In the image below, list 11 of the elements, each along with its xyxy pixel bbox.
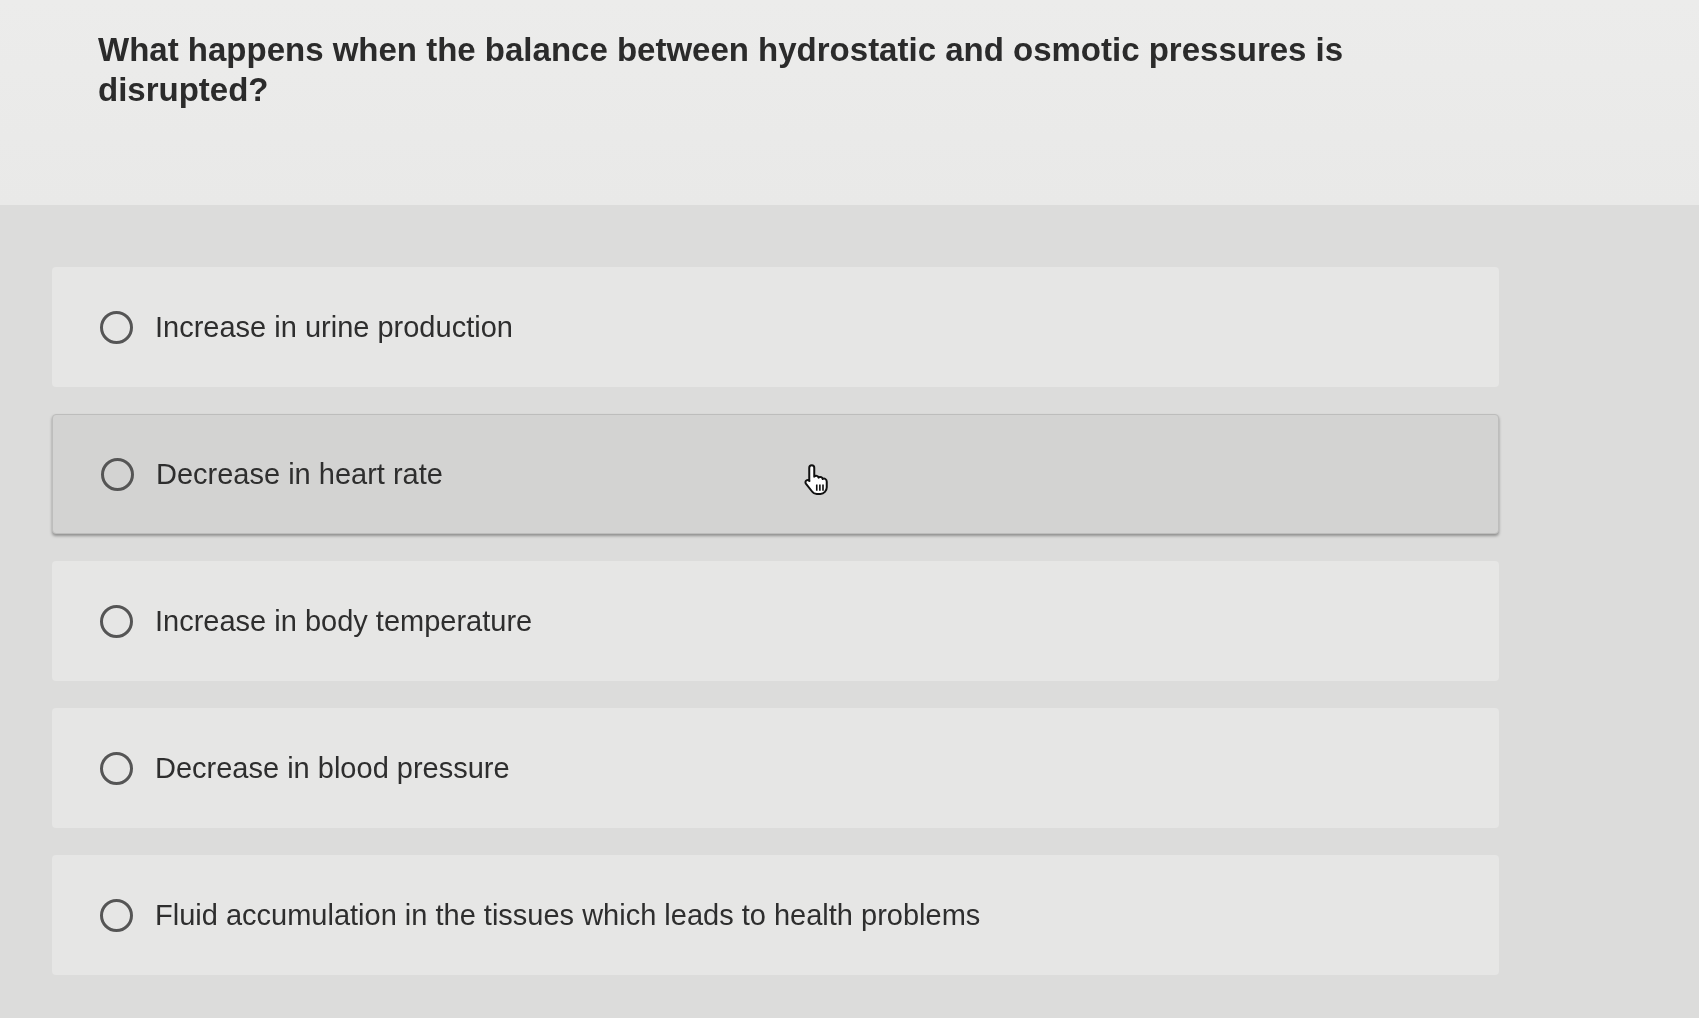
radio-button[interactable] — [100, 310, 133, 344]
answer-option[interactable]: Decrease in blood pressure — [52, 708, 1499, 828]
answer-option[interactable]: Increase in body temperature — [52, 561, 1499, 681]
answer-option[interactable]: Fluid accumulation in the tissues which leads to health problems — [52, 855, 1499, 975]
answer-option[interactable]: Decrease in heart rate — [52, 414, 1499, 534]
answer-option[interactable]: Increase in urine production — [52, 267, 1499, 387]
radio-button[interactable] — [100, 898, 133, 932]
radio-button[interactable] — [100, 604, 133, 638]
radio-button[interactable] — [101, 457, 134, 491]
radio-button[interactable] — [100, 751, 133, 785]
question-text: What happens when the balance between hydrostatic and osmotic pressures is disrupted? — [98, 30, 1345, 110]
